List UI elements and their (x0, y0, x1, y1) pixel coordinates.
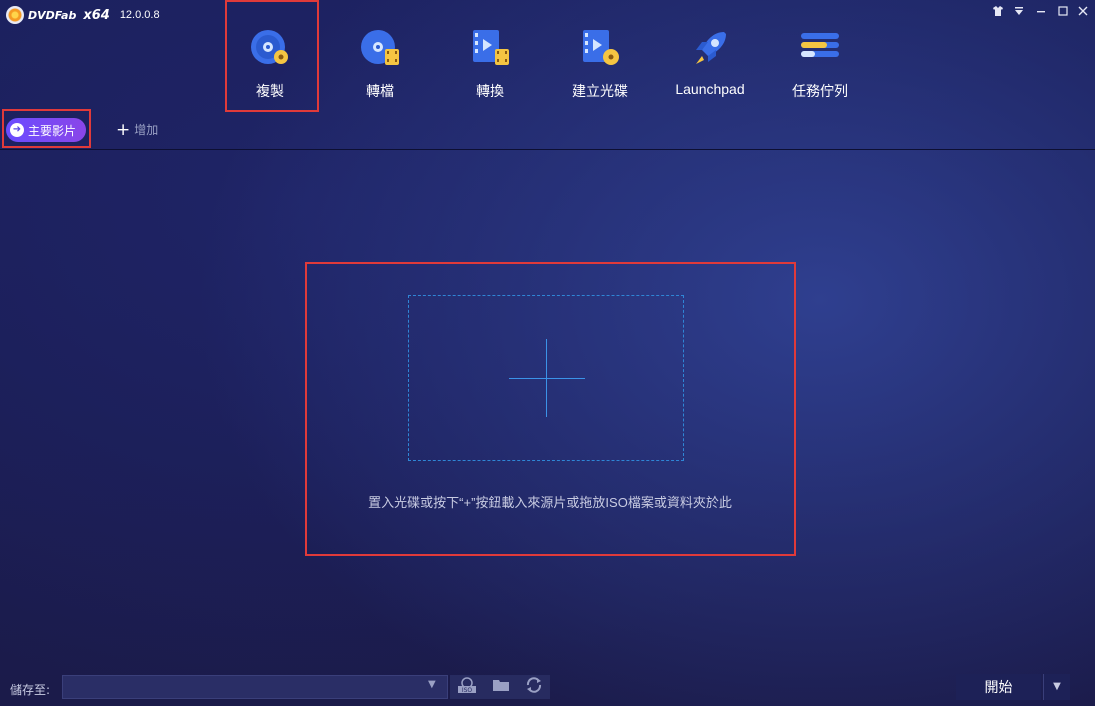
highlight-main-movie (2, 109, 91, 148)
app-logo: DVDFab x64 12.0.0.8 (6, 6, 160, 24)
svg-text:ISO: ISO (462, 687, 473, 693)
add-label: 增加 (134, 123, 159, 137)
module-task-queue[interactable]: 任務佇列 (775, 22, 865, 106)
drop-hint-text: 置入光碟或按下“+”按鈕載入來源片或拖放ISO檔案或資料夾於此 (368, 495, 732, 510)
folder-icon[interactable] (492, 678, 510, 696)
module-label: 轉檔 (366, 83, 394, 99)
refresh-icon[interactable] (525, 677, 543, 697)
save-to-label: 儲存至: (10, 683, 51, 697)
plus-icon: + (116, 119, 131, 140)
minimize-icon[interactable] (1031, 4, 1051, 20)
chevron-down-icon[interactable]: ▼ (428, 679, 436, 690)
converter-icon (468, 26, 512, 70)
start-options-chevron-icon[interactable]: ▼ (1043, 674, 1070, 700)
brand-name: DVDFab (28, 8, 77, 22)
save-path-field[interactable] (62, 675, 448, 699)
skin-icon[interactable] (988, 4, 1008, 20)
iso-icon[interactable]: ISO (457, 677, 477, 697)
arch-label: x64 (83, 7, 110, 23)
creator-icon (578, 26, 622, 70)
toolbar-divider (0, 149, 1095, 150)
add-button[interactable]: + 增加 (116, 121, 158, 138)
module-launchpad[interactable]: Launchpad (665, 22, 755, 106)
maximize-icon[interactable] (1053, 4, 1073, 20)
version-label: 12.0.0.8 (119, 9, 160, 21)
close-icon[interactable] (1073, 4, 1093, 20)
dvdfab-logo-icon (6, 6, 24, 24)
highlight-copy-module (225, 0, 319, 112)
module-label: 建立光碟 (572, 83, 628, 99)
module-ripper[interactable]: 轉檔 (335, 22, 425, 106)
ripper-icon (358, 26, 402, 70)
rocket-icon (688, 26, 732, 70)
module-label: Launchpad (675, 81, 745, 97)
add-source-plus-icon-vertical[interactable] (546, 339, 547, 417)
add-source-plus-icon[interactable] (509, 378, 585, 379)
output-tools: ISO (450, 675, 550, 699)
module-creator[interactable]: 建立光碟 (555, 22, 645, 106)
task-queue-icon (798, 26, 842, 70)
module-converter[interactable]: 轉換 (445, 22, 535, 106)
start-button[interactable]: 開始 (956, 674, 1041, 700)
module-label: 任務佇列 (792, 83, 848, 99)
module-label: 轉換 (476, 83, 504, 99)
menu-icon[interactable] (1009, 4, 1029, 20)
